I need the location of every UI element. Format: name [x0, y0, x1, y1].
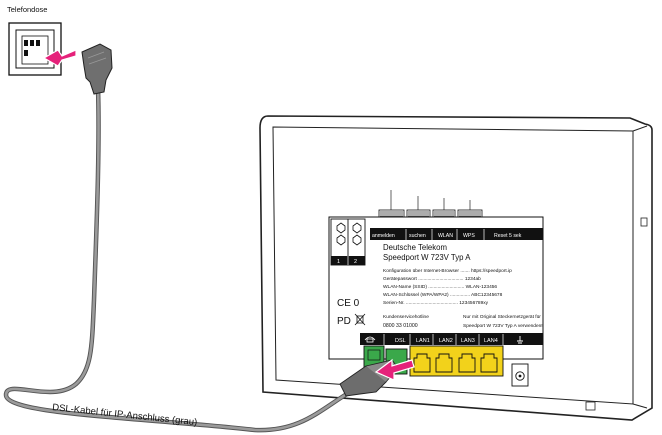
label-panel: anmelden suchen WLAN WPS Reset 5 sek 1 2: [328, 216, 544, 360]
lan-port-block[interactable]: [409, 345, 504, 377]
port-label-lan4: LAN4: [484, 338, 498, 344]
config-line-2: Gerätepasswort .........................…: [383, 276, 481, 282]
button-label-anmelden: anmelden: [372, 233, 395, 239]
port-label-dsl: DSL: [395, 338, 406, 344]
phone-slots: 1 2: [330, 218, 366, 266]
power-note-2: Speedport W 723V Typ A verwenden!: [463, 323, 543, 329]
button-label-reset: Reset 5 sek: [494, 233, 522, 239]
tae-plug: [81, 43, 113, 95]
hotline-label: Kundenservicehotline: [383, 314, 429, 320]
telephone-socket: Telefondose: [7, 5, 62, 76]
router: anmelden suchen WLAN WPS Reset 5 sek 1 2: [259, 115, 653, 421]
power-note-1: Nur mit Original Steckernetzgerät für: [463, 314, 541, 320]
button-label-wlan: WLAN: [438, 233, 453, 239]
config-line-1: Konfiguration über Internet-Browser ....…: [383, 268, 512, 274]
power-socket[interactable]: [511, 363, 529, 387]
socket-label: Telefondose: [7, 5, 47, 14]
hotline-number: 0800 33 01000: [383, 323, 418, 329]
connection-diagram: anmelden suchen WLAN WPS Reset 5 sek 1 2: [3, 5, 653, 433]
config-line-5: Serien-Nr. .............................…: [383, 300, 489, 306]
slot-label-2: 2: [354, 259, 357, 265]
button-label-wps: WPS: [463, 233, 475, 239]
port-label-lan1: LAN1: [416, 338, 430, 344]
ce-mark: CE 0: [337, 298, 360, 309]
button-label-suchen: suchen: [409, 233, 426, 239]
pd-mark: PD: [337, 316, 351, 327]
config-line-3: WLAN-Name (SSID) .......................…: [383, 284, 497, 290]
model-name: Speedport W 723V Typ A: [383, 253, 471, 262]
slot-label-1: 1: [337, 259, 340, 265]
port-label-lan3: LAN3: [461, 338, 475, 344]
maker-name: Deutsche Telekom: [383, 243, 447, 252]
config-line-4: WLAN-Schlüssel (WPA/WPA2) ..............…: [383, 292, 503, 298]
port-label-lan2: LAN2: [439, 338, 453, 344]
cable-label: DSL-Kabel für IP-Anschluss (grau): [52, 402, 198, 428]
